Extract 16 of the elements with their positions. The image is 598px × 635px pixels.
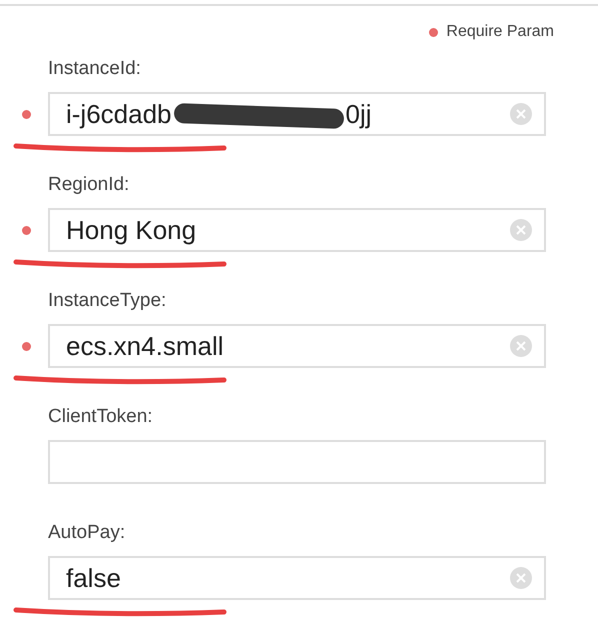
field-label: AutoPay:	[48, 522, 126, 544]
clear-icon[interactable]	[510, 335, 532, 357]
input-field[interactable]	[48, 440, 546, 484]
input-field[interactable]: ecs.xn4.small	[48, 324, 546, 368]
field-label: InstanceType:	[48, 290, 166, 312]
input-field[interactable]: i-j6cdadb 0jj	[48, 92, 546, 136]
legend-label: Require Param	[446, 23, 554, 41]
clear-icon[interactable]	[510, 567, 532, 589]
required-dot	[429, 28, 438, 36]
input-field[interactable]: false	[48, 556, 546, 600]
clear-icon[interactable]	[510, 219, 532, 241]
clear-icon[interactable]	[510, 103, 532, 125]
field-label: RegionId:	[48, 174, 130, 196]
field-label: ClientToken:	[48, 406, 153, 428]
input-field[interactable]: Hong Kong	[48, 208, 546, 252]
field-label: InstanceId:	[48, 58, 141, 80]
